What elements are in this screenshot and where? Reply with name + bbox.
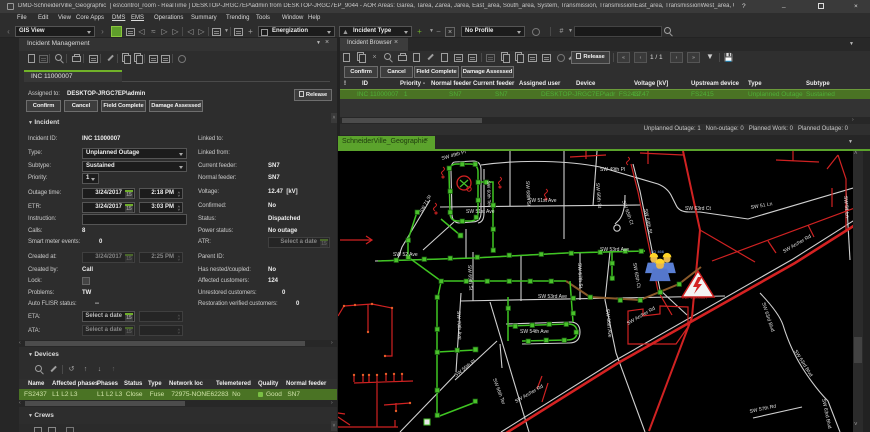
svg-text:SW 63rd Ct: SW 63rd Ct <box>685 206 711 212</box>
svg-text:SW 67th St: SW 67th St <box>576 263 583 289</box>
svg-text:SW Archer Rd: SW Archer Rd <box>782 234 813 255</box>
svg-text:SW 69th St: SW 69th St <box>466 265 473 291</box>
svg-text:SW 66th Ter: SW 66th Ter <box>491 378 506 406</box>
svg-text:SW 51 Ln: SW 51 Ln <box>842 196 850 219</box>
svg-text:SW 51st Ave: SW 51st Ave <box>466 209 495 215</box>
svg-text:SW 53rd Ave: SW 53rd Ave <box>538 294 567 300</box>
svg-text:SW 49th Pl: SW 49th Pl <box>600 167 625 173</box>
svg-text:SW 66th Ave: SW 66th Ave <box>604 309 613 338</box>
svg-text:SW 60th Ter: SW 60th Ter <box>486 181 492 207</box>
svg-text:SW 63rd Blvd: SW 63rd Blvd <box>820 398 832 429</box>
svg-text:SW 70th Ave: SW 70th Ave <box>455 311 463 340</box>
svg-text:SW 53rd Ave: SW 53rd Ave <box>600 247 629 253</box>
svg-text:SW 52 Ave: SW 52 Ave <box>393 252 418 258</box>
svg-text:SW 63rd Blvd: SW 63rd Blvd <box>760 302 775 333</box>
svg-text:SW 54th Ave: SW 54th Ave <box>520 329 549 335</box>
svg-text:SW 65th Ct: SW 65th Ct <box>631 262 641 289</box>
svg-text:SW 63rd Blvd: SW 63rd Blvd <box>792 349 813 378</box>
svg-text:SW 68th St: SW 68th St <box>524 181 531 207</box>
svg-text:SW 51 Ln: SW 51 Ln <box>750 201 773 211</box>
svg-text:INC 11000007: INC 11000007 <box>682 295 708 300</box>
svg-text:SW 71 St: SW 71 St <box>418 193 432 213</box>
svg-text:SW 49th Pl: SW 49th Pl <box>441 151 467 162</box>
svg-text:SW 51st Ave: SW 51st Ave <box>528 198 557 204</box>
svg-text:SW Archer Rd: SW Archer Rd <box>514 384 545 405</box>
